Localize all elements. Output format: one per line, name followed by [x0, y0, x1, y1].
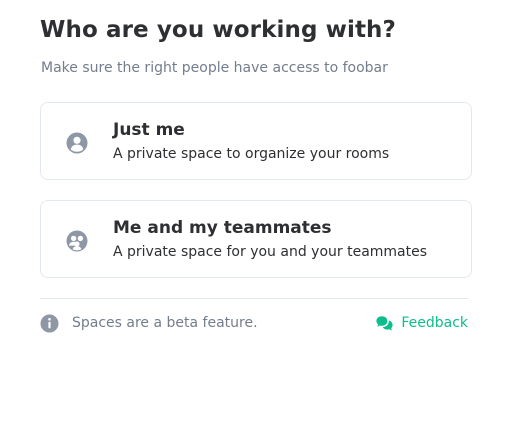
option-description: A private space to organize your rooms	[113, 146, 390, 162]
info-icon	[40, 314, 59, 333]
dialog-subtitle: Make sure the right people have access t…	[41, 60, 388, 76]
option-description: A private space for you and your teammat…	[113, 244, 428, 260]
feedback-label[interactable]: Feedback	[401, 315, 468, 331]
option-just-me[interactable]: Just me A private space to organize your…	[40, 102, 472, 180]
option-title: Just me	[113, 120, 185, 140]
option-title: Me and my teammates	[113, 218, 332, 238]
group-icon	[66, 230, 88, 252]
beta-notice: Spaces are a beta feature.	[40, 313, 258, 333]
chat-bubbles-icon	[376, 315, 393, 332]
create-space-dialog: Who are you working with? Make sure the …	[0, 0, 524, 425]
dialog-title: Who are you working with?	[40, 17, 396, 43]
option-me-and-teammates[interactable]: Me and my teammates A private space for …	[40, 200, 472, 278]
footer-divider	[40, 298, 468, 299]
person-icon	[66, 132, 88, 154]
feedback-button[interactable]: Feedback	[376, 313, 468, 333]
beta-note-text: Spaces are a beta feature.	[72, 315, 258, 331]
